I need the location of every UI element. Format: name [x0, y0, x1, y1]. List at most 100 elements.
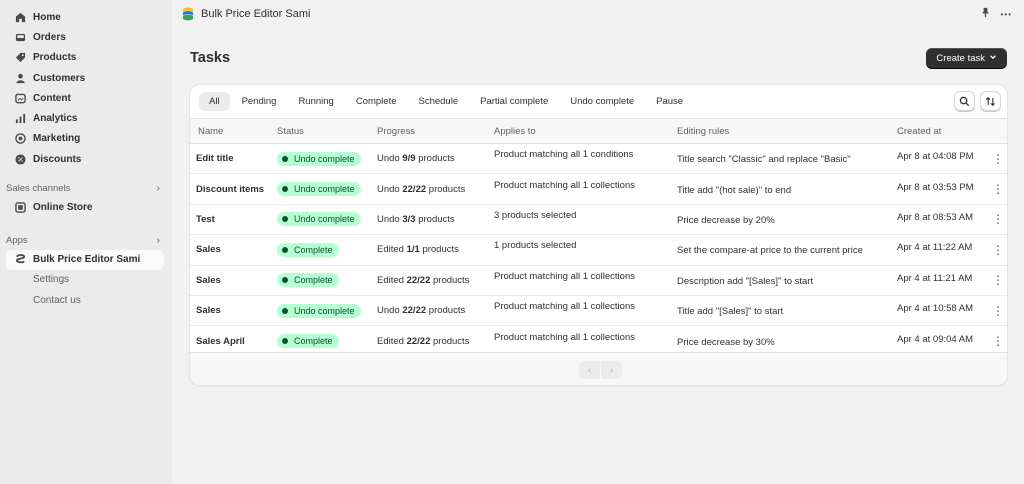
row-actions-button[interactable]: ⋮ [989, 174, 1007, 204]
more-actions-button[interactable]: ••• [1001, 10, 1012, 19]
progress-count: 1/1 [406, 244, 420, 256]
prev-page-button[interactable]: ‹ [579, 361, 600, 379]
task-name[interactable]: Edit title [190, 144, 277, 174]
created-cell: Apr 8 at 03:53 PM [897, 174, 989, 204]
sidebar-item-marketing[interactable]: Marketing [0, 129, 172, 149]
tab-undo-complete[interactable]: Undo complete [560, 92, 644, 111]
tab-running[interactable]: Running [288, 92, 343, 111]
progress-count: 3/3 [402, 213, 416, 225]
tab-all[interactable]: All [199, 92, 230, 111]
rules-cell: Title search "Classic" and replace "Basi… [677, 144, 897, 174]
status-badge: Undo complete [277, 303, 361, 318]
sidebar-item-label: Analytics [33, 113, 78, 125]
sidebar-item-analytics[interactable]: Analytics [0, 108, 172, 128]
sidebar-item-label: Home [33, 11, 61, 23]
rules-text: Price decrease by 30% [677, 336, 775, 348]
col-name: Name [198, 125, 224, 137]
status-cell: Complete [277, 235, 377, 265]
task-name[interactable]: Discount items [190, 174, 277, 204]
row-actions-button[interactable]: ⋮ [989, 235, 1007, 265]
status-badge: Complete [277, 242, 339, 257]
table-row[interactable]: Sales Undo complete Undo 22/22 products … [190, 295, 1007, 326]
row-actions-button[interactable]: ⋮ [989, 265, 1007, 295]
task-name[interactable]: Sales [190, 295, 277, 325]
app-icon [14, 254, 26, 266]
rules-cell: Title add "(hot sale)" to end [677, 174, 897, 204]
applies-text: Product matching all 1 collections [494, 270, 635, 282]
task-name[interactable]: Sales [190, 265, 277, 295]
sidebar-item-content[interactable]: Content [0, 88, 172, 108]
next-page-button[interactable]: › [601, 361, 622, 379]
search-button[interactable] [954, 91, 975, 111]
sidebar-item-label: Content [33, 92, 71, 104]
status-tabs: All Pending Running Complete Schedule Pa… [190, 85, 1007, 118]
task-name[interactable]: Test [190, 204, 277, 234]
progress-cell: Edited 22/22 products [377, 265, 494, 295]
sidebar-item-discounts[interactable]: Discounts [0, 149, 172, 169]
sidebar-item-bulk-price-editor[interactable]: Bulk Price Editor Sami [6, 249, 164, 270]
sidebar-item-products[interactable]: Products [0, 48, 172, 68]
progress-count: 22/22 [406, 335, 431, 347]
progress-suffix: products [418, 213, 455, 225]
sidebar-item-settings[interactable]: Settings [0, 270, 172, 290]
sort-button[interactable] [980, 91, 1001, 111]
created-text: Apr 4 at 09:04 AM [897, 333, 974, 345]
inbox-icon [14, 31, 26, 43]
apps-header[interactable]: Apps › [0, 232, 172, 250]
tab-pause[interactable]: Pause [646, 92, 693, 111]
create-task-button[interactable]: Create task [926, 48, 1007, 68]
sidebar-item-orders[interactable]: Orders [0, 27, 172, 47]
sidebar-item-customers[interactable]: Customers [0, 68, 172, 88]
applies-text: 3 products selected [494, 209, 577, 221]
table-row[interactable]: Edit title Undo complete Undo 9/9 produc… [190, 144, 1007, 174]
progress-suffix: products [418, 153, 455, 165]
status-label: Complete [294, 275, 333, 286]
sales-channels-header[interactable]: Sales channels › [0, 179, 172, 197]
status-label: Undo complete [294, 153, 355, 164]
status-cell: Undo complete [277, 174, 377, 204]
status-badge: Complete [277, 334, 339, 349]
table-row[interactable]: Test Undo complete Undo 3/3 products 3 p… [190, 204, 1007, 235]
table-row[interactable]: Sales Complete Edited 1/1 products 1 pro… [190, 235, 1007, 266]
table-row[interactable]: Discount items Undo complete Undo 22/22 … [190, 174, 1007, 205]
created-cell: Apr 4 at 11:22 AM [897, 235, 989, 265]
tab-schedule[interactable]: Schedule [409, 92, 469, 111]
status-label: Complete [294, 336, 333, 347]
applies-cell: 1 products selected [494, 235, 677, 265]
rules-text: Description add "[Sales]" to start [677, 275, 814, 287]
main-content: Tasks Create task All Pending Running Co… [172, 28, 1024, 484]
progress-suffix: products [422, 244, 459, 256]
sidebar-item-label: Customers [33, 72, 86, 84]
status-dot-icon [282, 155, 288, 162]
applies-cell: Product matching all 1 collections [494, 265, 677, 295]
tab-complete[interactable]: Complete [346, 92, 407, 111]
created-cell: Apr 4 at 11:21 AM [897, 265, 989, 295]
rules-text: Price decrease by 20% [677, 214, 775, 226]
rules-cell: Title add "[Sales]" to start [677, 295, 897, 325]
sidebar-item-label: Bulk Price Editor Sami [33, 254, 141, 266]
sidebar-item-label: Products [33, 52, 77, 64]
rules-cell: Description add "[Sales]" to start [677, 265, 897, 295]
status-cell: Undo complete [277, 295, 377, 325]
status-label: Undo complete [294, 214, 355, 225]
col-applies: Applies to [494, 125, 536, 137]
sidebar-item-home[interactable]: Home [0, 7, 172, 27]
sidebar-item-online-store[interactable]: Online Store [0, 197, 172, 217]
status-dot-icon [282, 277, 288, 284]
row-actions-button[interactable]: ⋮ [989, 144, 1007, 174]
tab-pending[interactable]: Pending [232, 92, 287, 111]
row-actions-button[interactable]: ⋮ [989, 295, 1007, 325]
row-actions-button[interactable]: ⋮ [989, 204, 1007, 234]
status-cell: Undo complete [277, 144, 377, 174]
created-text: Apr 4 at 11:22 AM [897, 242, 973, 254]
table-row[interactable]: Sales Complete Edited 22/22 products Pro… [190, 265, 1007, 296]
task-name[interactable]: Sales [190, 235, 277, 265]
tag-icon [14, 52, 26, 64]
kebab-menu-icon: ⋮ [992, 151, 1004, 166]
discount-icon [14, 153, 26, 165]
home-icon [14, 11, 26, 23]
tab-partial-complete[interactable]: Partial complete [470, 92, 558, 111]
pin-icon[interactable] [980, 7, 991, 21]
sidebar-item-contact[interactable]: Contact us [0, 290, 172, 310]
status-label: Complete [294, 244, 333, 255]
